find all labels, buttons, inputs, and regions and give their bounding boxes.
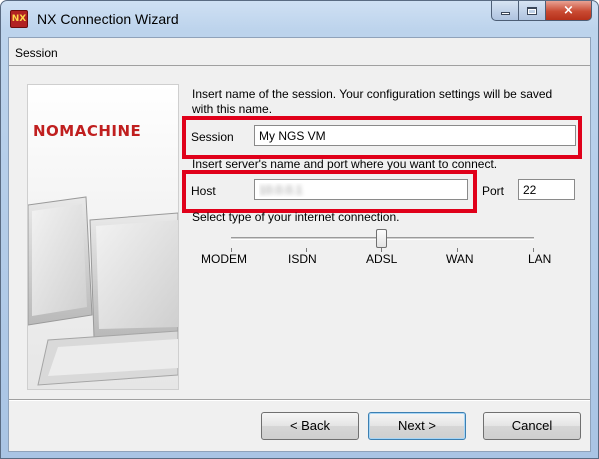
close-button[interactable]: × xyxy=(546,1,592,21)
title-bar[interactable]: NX NX Connection Wizard × xyxy=(1,1,598,37)
maximize-button[interactable] xyxy=(519,1,546,21)
maximize-icon xyxy=(527,6,537,15)
slider-thumb[interactable] xyxy=(376,229,387,248)
cancel-button[interactable]: Cancel xyxy=(483,412,581,440)
minimize-icon xyxy=(500,12,510,15)
minimize-button[interactable] xyxy=(491,1,519,21)
host-label: Host xyxy=(191,184,216,198)
session-name-input[interactable] xyxy=(254,125,576,146)
next-button[interactable]: Next > xyxy=(368,412,466,440)
intro-text-line1: Insert name of the session. Your configu… xyxy=(192,87,553,101)
speed-option-isdn: ISDN xyxy=(288,252,317,266)
speed-option-modem: MODEM xyxy=(201,252,247,266)
speed-option-lan: LAN xyxy=(528,252,552,266)
host-input[interactable] xyxy=(254,179,468,200)
window-controls: × xyxy=(491,1,592,21)
window-title: NX Connection Wizard xyxy=(37,11,179,27)
port-label: Port xyxy=(482,184,505,198)
connection-prompt-text: Select type of your internet connection. xyxy=(192,210,400,224)
back-button[interactable]: < Back xyxy=(261,412,359,440)
speed-option-wan: WAN xyxy=(446,252,474,266)
wizard-client-area: Session NOMACHINE Insert name of the ses… xyxy=(8,37,591,452)
nx-app-icon: NX xyxy=(10,10,28,28)
port-input[interactable] xyxy=(518,179,575,200)
intro-text-line2: with this name. xyxy=(192,102,273,116)
page-header: Session xyxy=(9,38,590,66)
close-icon: × xyxy=(563,3,574,18)
monitors-illustration: NOMACHINE xyxy=(27,84,179,390)
server-prompt-text: Insert server's name and port where you … xyxy=(192,157,498,171)
speed-option-adsl: ADSL xyxy=(366,252,398,266)
wizard-window: NX NX Connection Wizard × Session NOMACH… xyxy=(0,0,599,459)
session-label: Session xyxy=(191,130,234,144)
monitors-icon xyxy=(28,196,178,386)
page-title: Session xyxy=(15,46,58,60)
footer-divider xyxy=(9,399,590,401)
